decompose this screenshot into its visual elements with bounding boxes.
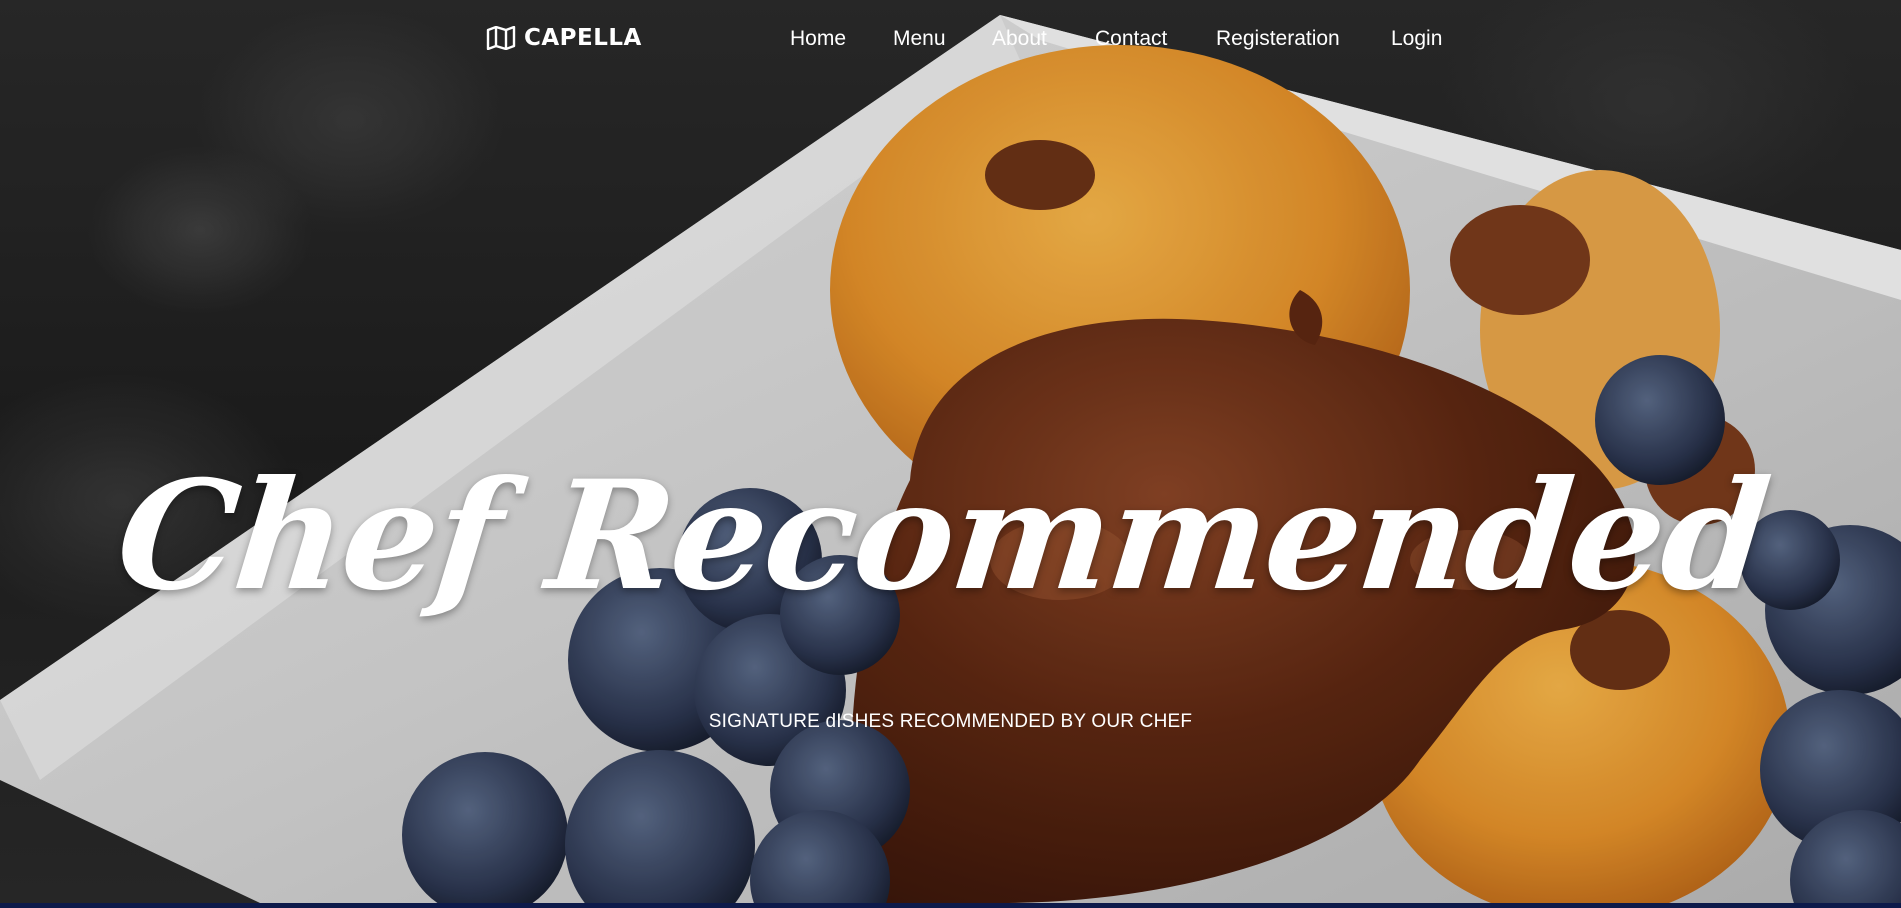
- brand-name: CAPELLA: [524, 25, 642, 51]
- nav-link-login[interactable]: Login: [1391, 27, 1442, 51]
- map-icon: [486, 26, 516, 50]
- brand-logo[interactable]: CAPELLA: [486, 25, 642, 51]
- hero-title: Chef Recommended: [109, 447, 1776, 624]
- nav-link-about[interactable]: About: [992, 27, 1047, 51]
- navbar: CAPELLA Home Menu About Contact Register…: [0, 0, 1901, 80]
- hero-subtitle: SIGNATURE dISHES RECOMMENDED BY OUR CHEF: [708, 711, 1193, 732]
- nav-link-registration[interactable]: Registeration: [1216, 27, 1340, 51]
- nav-link-contact[interactable]: Contact: [1095, 27, 1167, 51]
- nav-link-menu[interactable]: Menu: [893, 27, 946, 51]
- bottom-bar: [0, 903, 1901, 908]
- nav-link-home[interactable]: Home: [790, 27, 846, 51]
